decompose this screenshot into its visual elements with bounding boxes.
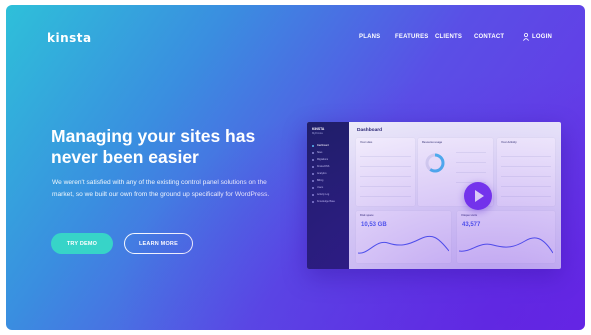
dashboard-title: Dashboard xyxy=(357,128,383,133)
sidebar-item-label: Billing xyxy=(317,179,324,182)
sidebar-item-label: Knowledge Base xyxy=(317,200,335,203)
main-nav: PLANS FEATURES CLIENTS CONTACT LOGIN xyxy=(6,33,585,46)
dot-icon xyxy=(312,173,314,175)
divider xyxy=(456,172,486,173)
dot-icon xyxy=(312,201,314,203)
divider xyxy=(360,186,411,187)
hero-title: Managing your sites has never been easie… xyxy=(51,126,256,167)
dot-icon xyxy=(312,180,314,182)
try-demo-button[interactable]: TRY DEMO xyxy=(51,233,113,254)
hero-description: We weren't satisfied with any of the exi… xyxy=(52,179,270,198)
sidebar-item-activity: Activity Log xyxy=(312,193,342,197)
resource-card-title: Resource usage xyxy=(422,141,443,144)
disk-space-card: Disk space 10,53 GB xyxy=(356,211,451,263)
divider xyxy=(501,176,551,177)
divider xyxy=(456,162,486,163)
learn-more-button[interactable]: LEARN MORE xyxy=(124,233,193,254)
sites-card-title: Your sites xyxy=(360,141,373,144)
sidebar-item-label: Activity Log xyxy=(317,193,330,196)
divider xyxy=(360,166,411,167)
login-link[interactable]: LOGIN xyxy=(532,34,552,40)
dot-icon xyxy=(312,159,314,161)
disk-card-title: Disk space xyxy=(360,214,374,217)
disk-value: 10,53 GB xyxy=(361,222,387,228)
visits-card-title: Unique visits xyxy=(461,214,478,217)
sites-card: Your sites xyxy=(356,138,415,206)
nav-clients[interactable]: CLIENTS xyxy=(435,34,462,40)
dashboard-main: Dashboard Your sites Resource usage Your… xyxy=(349,122,561,269)
disk-chart xyxy=(358,235,449,254)
divider xyxy=(501,156,551,157)
dot-icon xyxy=(312,194,314,196)
dot-icon xyxy=(312,166,314,168)
sidebar-item-dns: Kinsta DNS xyxy=(312,165,342,169)
activity-card: Your Activity xyxy=(497,138,555,206)
dot-icon xyxy=(312,187,314,189)
dashboard-brand: KINSTA xyxy=(312,127,325,131)
dashboard-preview: KINSTA MyKinsta Dashboard Sites Migratio… xyxy=(307,122,561,269)
sidebar-item-label: Analytics xyxy=(317,172,327,175)
sidebar-item-analytics: Analytics xyxy=(312,172,342,176)
sidebar-item-billing: Billing xyxy=(312,179,342,183)
visits-value: 43,577 xyxy=(462,222,481,228)
sidebar-item-sites: Sites xyxy=(312,151,342,155)
activity-card-title: Your Activity xyxy=(501,141,517,144)
sidebar-item-users: Users xyxy=(312,186,342,190)
nav-plans[interactable]: PLANS xyxy=(359,34,380,40)
divider xyxy=(456,152,486,153)
nav-contact[interactable]: CONTACT xyxy=(474,34,504,40)
sidebar-item-label: Kinsta DNS xyxy=(317,165,330,168)
dashboard-sidebar: KINSTA MyKinsta Dashboard Sites Migratio… xyxy=(307,122,349,269)
visits-chart xyxy=(459,237,553,254)
play-button[interactable] xyxy=(464,182,492,210)
divider xyxy=(501,196,551,197)
dot-icon xyxy=(312,152,314,154)
dot-icon xyxy=(312,145,314,147)
sidebar-item-dashboard: Dashboard xyxy=(312,144,342,148)
sidebar-item-label: Sites xyxy=(317,151,323,154)
hero-section: kinsta PLANS FEATURES CLIENTS CONTACT LO… xyxy=(6,5,585,330)
divider xyxy=(360,196,411,197)
sidebar-item-migrations: Migrations xyxy=(312,158,342,162)
sidebar-item-label: Migrations xyxy=(317,158,329,161)
unique-visits-card: Unique visits 43,577 xyxy=(457,211,555,263)
play-icon xyxy=(475,190,484,202)
donut-chart-icon xyxy=(425,153,445,173)
user-icon[interactable] xyxy=(523,33,529,41)
divider xyxy=(501,186,551,187)
divider xyxy=(360,176,411,177)
divider xyxy=(360,156,411,157)
dashboard-subtitle: MyKinsta xyxy=(312,132,323,135)
sidebar-item-knowledge: Knowledge Base xyxy=(312,200,342,204)
sidebar-item-label: Users xyxy=(317,186,324,189)
sidebar-item-label: Dashboard xyxy=(317,144,329,147)
divider xyxy=(501,166,551,167)
nav-features[interactable]: FEATURES xyxy=(395,34,429,40)
